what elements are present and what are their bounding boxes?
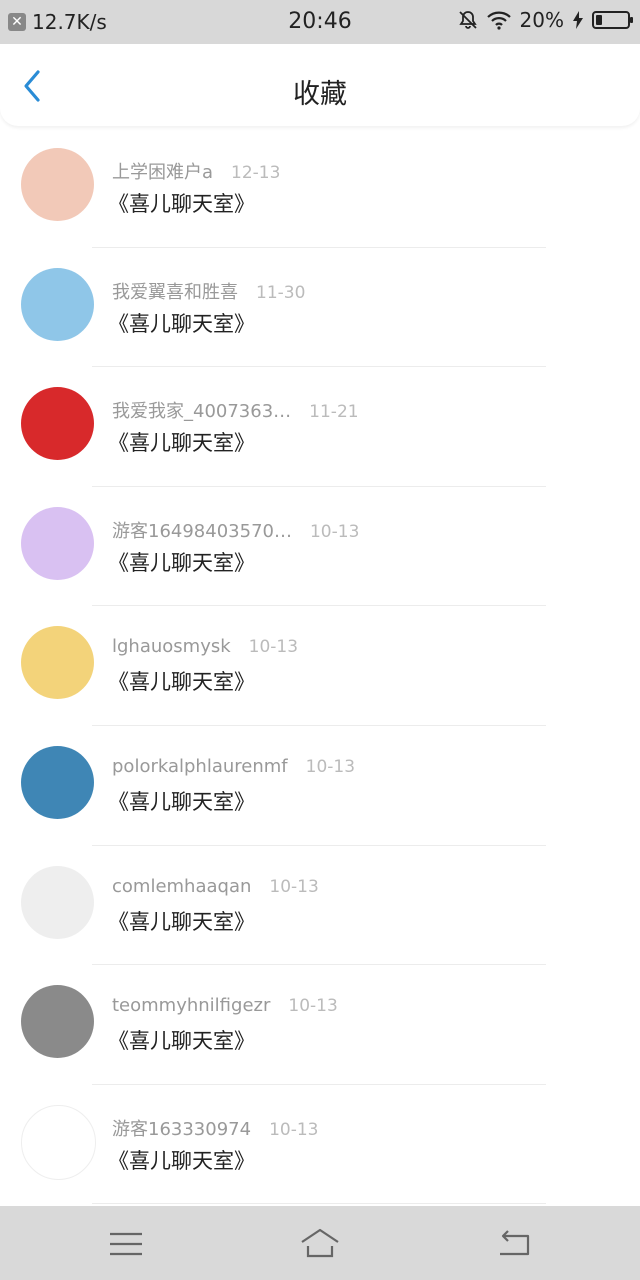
avatar[interactable] — [21, 148, 94, 221]
list-item[interactable]: 我爱翼喜和胜喜 11-30 《喜儿聊天室》 — [0, 248, 640, 368]
battery-icon — [592, 11, 633, 29]
timestamp: 10-13 — [305, 756, 356, 777]
username[interactable]: 我爱翼喜和胜喜 — [112, 282, 238, 303]
app-header: 收藏 — [0, 44, 640, 126]
item-meta: 我爱我家_4007363… 11-21 — [112, 397, 359, 423]
status-right: 20% — [458, 8, 633, 32]
list-item[interactable]: polorkalphlaurenmf 10-13 《喜儿聊天室》 — [0, 726, 640, 846]
menu-button[interactable] — [104, 1224, 148, 1264]
item-meta: lghauosmysk 10-13 — [112, 636, 298, 657]
avatar[interactable] — [21, 865, 94, 939]
timestamp: 10-13 — [288, 996, 338, 1017]
item-meta: polorkalphlaurenmf 10-13 — [112, 756, 355, 777]
username[interactable]: polorkalphlaurenmf — [112, 756, 288, 777]
item-meta: 游客163330974 10-13 — [112, 1115, 318, 1141]
username[interactable]: 游客16498403570… — [112, 521, 292, 542]
favorite-content[interactable]: 《喜儿聊天室》 — [108, 666, 255, 696]
back-nav-button[interactable] — [494, 1224, 538, 1264]
favorite-content[interactable]: 《喜儿聊天室》 — [108, 906, 255, 936]
item-meta: 我爱翼喜和胜喜 11-30 — [112, 278, 305, 304]
timestamp: 10-13 — [309, 521, 360, 542]
wifi-icon — [486, 11, 511, 30]
bottom-nav-bar — [0, 1206, 640, 1280]
avatar[interactable] — [21, 745, 94, 819]
battery-percent: 20% — [519, 8, 564, 32]
divider — [92, 1203, 546, 1205]
menu-icon — [110, 1232, 142, 1256]
avatar[interactable] — [21, 1104, 96, 1180]
list-item[interactable]: 游客163330974 10-13 《喜儿聊天室》 — [0, 1085, 640, 1205]
list-item[interactable]: teommyhnilfigezr 10-13 《喜儿聊天室》 — [0, 965, 640, 1085]
timestamp: 10-13 — [248, 637, 299, 658]
avatar[interactable] — [21, 985, 94, 1059]
page-title: 收藏 — [293, 79, 347, 110]
item-meta: 游客16498403570… 10-13 — [112, 517, 359, 543]
timestamp: 10-13 — [269, 1119, 319, 1140]
timestamp: 12-13 — [231, 163, 281, 183]
favorite-content[interactable]: 《喜儿聊天室》 — [108, 188, 255, 218]
favorite-content[interactable]: 《喜儿聊天室》 — [108, 1145, 255, 1175]
charging-icon — [573, 11, 583, 29]
username[interactable]: teommyhnilfigezr — [112, 995, 270, 1016]
username[interactable]: 上学困难户a — [112, 162, 213, 183]
timestamp: 10-13 — [269, 876, 319, 897]
status-bar: ✕ 12.7K/s 20:46 20% — [0, 0, 640, 44]
avatar[interactable] — [21, 626, 94, 700]
list-item[interactable]: comlemhaaqan 10-13 《喜儿聊天室》 — [0, 846, 640, 966]
list-item[interactable]: 我爱我家_4007363… 11-21 《喜儿聊天室》 — [0, 367, 640, 487]
username[interactable]: 我爱我家_4007363… — [112, 401, 291, 422]
username[interactable]: comlemhaaqan — [112, 876, 251, 897]
avatar[interactable] — [21, 267, 94, 341]
item-meta: teommyhnilfigezr 10-13 — [112, 995, 338, 1016]
mute-bell-icon — [458, 11, 477, 29]
avatar[interactable] — [21, 506, 94, 580]
list-item[interactable]: 游客16498403570… 10-13 《喜儿聊天室》 — [0, 487, 640, 607]
battery-fill — [596, 15, 602, 25]
timestamp: 11-30 — [256, 282, 306, 303]
item-meta: 上学困难户a 12-13 — [112, 158, 280, 184]
favorites-list: 上学困难户a 12-13 《喜儿聊天室》 我爱翼喜和胜喜 11-30 《喜儿聊天室》 我爱我… — [0, 128, 640, 1205]
favorite-content[interactable]: 《喜儿聊天室》 — [108, 786, 255, 816]
favorite-content[interactable]: 《喜儿聊天室》 — [108, 547, 255, 577]
return-icon — [500, 1230, 530, 1256]
favorite-content[interactable]: 《喜儿聊天室》 — [108, 308, 255, 338]
username[interactable]: 游客163330974 — [112, 1119, 251, 1140]
home-icon — [301, 1228, 339, 1258]
avatar[interactable] — [21, 387, 94, 461]
username[interactable]: lghauosmysk — [112, 636, 231, 657]
list-item[interactable]: lghauosmysk 10-13 《喜儿聊天室》 — [0, 606, 640, 726]
home-button[interactable] — [298, 1224, 342, 1264]
timestamp: 11-21 — [309, 402, 359, 423]
favorite-content[interactable]: 《喜儿聊天室》 — [108, 1025, 255, 1055]
list-item[interactable]: 上学困难户a 12-13 《喜儿聊天室》 — [0, 128, 640, 248]
favorite-content[interactable]: 《喜儿聊天室》 — [108, 427, 255, 457]
item-meta: comlemhaaqan 10-13 — [112, 876, 319, 897]
